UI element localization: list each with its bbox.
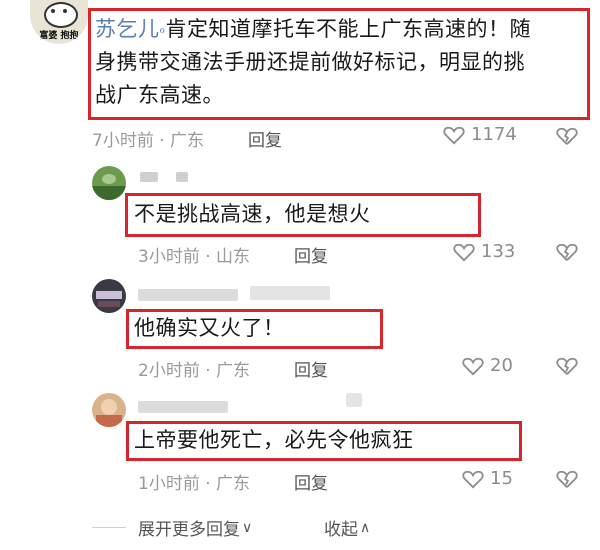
chevron-up-icon: ∧	[360, 519, 371, 536]
like-count: 133	[481, 241, 516, 262]
avatar[interactable]	[92, 393, 126, 427]
blurred-username	[346, 393, 362, 407]
comment-text: 上帝要他死亡，必先令他疯狂	[134, 428, 414, 452]
like-button[interactable]: 1174	[443, 124, 517, 145]
like-button[interactable]: 15	[462, 468, 513, 489]
like-button[interactable]: 20	[462, 355, 513, 376]
comment-time: 1小时前 · 广东	[138, 474, 251, 494]
comment-time: 7小时前 · 广东	[92, 131, 205, 151]
avatar-caption: 富婆 抱抱	[39, 31, 79, 41]
username[interactable]: 苏乞儿	[95, 17, 160, 41]
heart-icon	[462, 357, 484, 375]
comment-time: 2小时前 · 广东	[138, 361, 251, 381]
like-count: 20	[490, 355, 513, 376]
divider	[92, 527, 126, 528]
avatar[interactable]	[92, 166, 126, 200]
broken-heart-icon[interactable]	[556, 356, 578, 380]
blurred-username	[140, 172, 158, 182]
like-count: 15	[490, 468, 513, 489]
blurred-username	[176, 172, 188, 182]
expand-replies-button[interactable]: 展开更多回复 ∨	[138, 515, 253, 541]
blurred-username	[138, 401, 228, 413]
blurred-username	[138, 289, 238, 301]
broken-heart-icon[interactable]	[556, 126, 578, 150]
heart-icon	[443, 126, 465, 144]
reply-button[interactable]: 回复	[294, 356, 328, 381]
avatar[interactable]: 富婆 抱抱	[30, 0, 88, 44]
blurred-username	[250, 286, 330, 300]
chevron-down-icon: ∨	[242, 519, 253, 536]
heart-icon	[462, 470, 484, 488]
like-button[interactable]: 133	[453, 241, 515, 262]
heart-icon	[453, 243, 475, 261]
comment-time: 3小时前 · 山东	[138, 247, 251, 267]
broken-heart-icon[interactable]	[556, 469, 578, 493]
collapse-label: 收起	[324, 520, 358, 540]
like-count: 1174	[471, 124, 517, 145]
reply-button[interactable]: 回复	[248, 126, 282, 151]
expand-label: 展开更多回复	[138, 520, 240, 540]
comment-text: 苏乞儿ℴ肯定知道摩托车不能上广东高速的！随 身携带交通法手册还提前做好标记，明显…	[95, 17, 532, 107]
comment-text: 他确实又火了！	[134, 316, 285, 340]
avatar[interactable]	[92, 279, 126, 313]
reply-button[interactable]: 回复	[294, 242, 328, 267]
reply-button[interactable]: 回复	[294, 469, 328, 494]
collapse-button[interactable]: 收起 ∧	[324, 515, 371, 541]
comment-text: 不是挑战高速，他是想火	[134, 202, 371, 226]
broken-heart-icon[interactable]	[556, 242, 578, 266]
